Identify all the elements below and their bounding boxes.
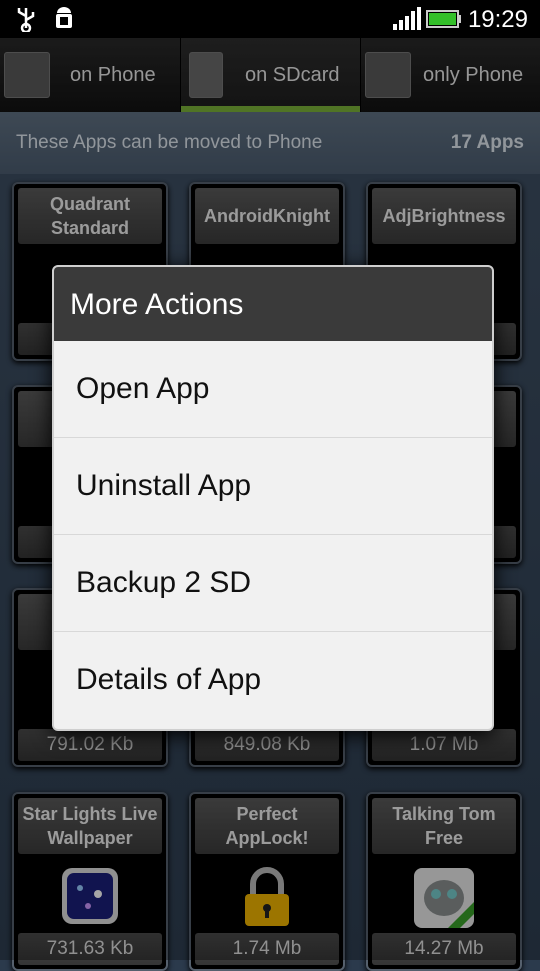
dialog-title: More Actions (54, 267, 492, 341)
menu-item-backup-2-sd[interactable]: Backup 2 SD (54, 534, 492, 631)
status-bar: 19:29 (0, 0, 540, 38)
usb-icon (17, 8, 35, 32)
clock: 19:29 (467, 6, 528, 33)
signal-icon (393, 7, 421, 30)
menu-item-open-app[interactable]: Open App (54, 341, 492, 437)
more-actions-dialog: More Actions Open App Uninstall App Back… (52, 265, 494, 731)
battery-icon (426, 10, 461, 28)
menu-item-uninstall-app[interactable]: Uninstall App (54, 437, 492, 534)
menu-item-details-of-app[interactable]: Details of App (54, 631, 492, 728)
android-debug-icon (56, 7, 72, 28)
